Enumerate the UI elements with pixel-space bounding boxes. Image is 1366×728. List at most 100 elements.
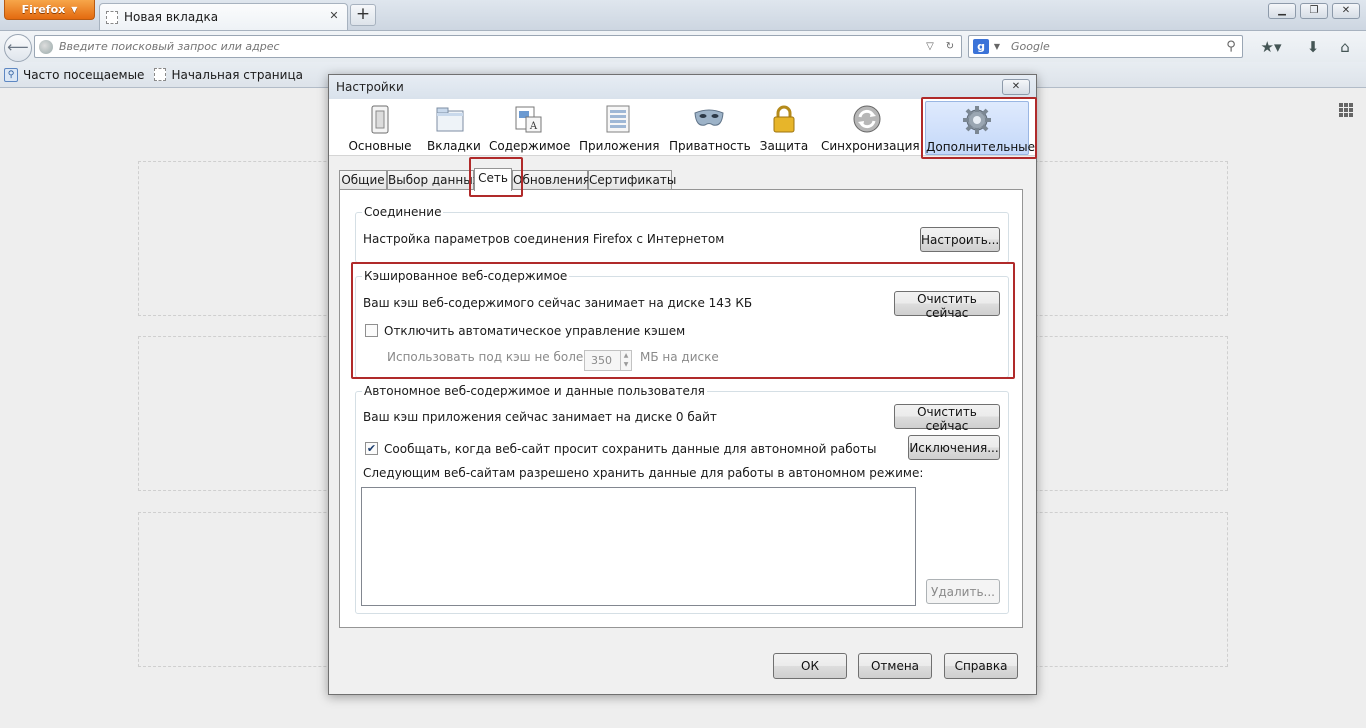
clear-offline-button[interactable]: Очистить сейчас bbox=[894, 404, 1000, 433]
pane-label: Синхронизация bbox=[821, 139, 920, 153]
pane-security[interactable]: Защита bbox=[759, 101, 809, 155]
pane-label: Вкладки bbox=[427, 139, 481, 153]
bookmark-label: Начальная страница bbox=[171, 67, 303, 82]
override-cache-label: Отключить автоматическое управление кэше… bbox=[384, 324, 686, 338]
url-input[interactable] bbox=[59, 40, 917, 53]
help-button[interactable]: Справка bbox=[944, 653, 1018, 679]
bookmark-label: Часто посещаемые bbox=[23, 67, 145, 82]
chevron-down-icon[interactable]: ▼ bbox=[993, 42, 1001, 51]
general-switch-icon bbox=[371, 105, 389, 134]
dialog-close-button[interactable]: ✕ bbox=[1002, 79, 1030, 95]
clear-cache-button[interactable]: Очистить сейчас bbox=[894, 291, 1000, 320]
back-button[interactable]: ⟵ bbox=[4, 34, 32, 62]
stepper-arrows-icon[interactable]: ▲ ▼ bbox=[620, 351, 631, 370]
settings-dialog: Настройки ✕ Основные Вкладки A Содержимо… bbox=[328, 74, 1037, 695]
group-legend: Кэшированное веб-содержимое bbox=[362, 269, 570, 283]
offline-usage-text: Ваш кэш приложения сейчас занимает на ди… bbox=[363, 410, 717, 424]
close-tab-icon[interactable]: ✕ bbox=[327, 9, 341, 23]
browser-tab[interactable]: Новая вкладка ✕ bbox=[99, 3, 348, 30]
cache-size-value: 350 bbox=[591, 354, 612, 367]
tabs-window-icon bbox=[436, 107, 464, 132]
connection-description: Настройка параметров соединения Firefox … bbox=[363, 232, 725, 246]
tab-updates[interactable]: Обновления bbox=[512, 170, 591, 190]
sync-arrows-icon bbox=[853, 105, 881, 133]
tab-network[interactable]: Сеть bbox=[474, 168, 512, 191]
pane-content[interactable]: A Содержимое bbox=[489, 101, 571, 155]
dialog-title: Настройки bbox=[336, 80, 404, 94]
bookmark-start-page[interactable]: Начальная страница bbox=[154, 68, 303, 82]
url-bar[interactable]: ▽ ↻ bbox=[34, 35, 962, 58]
cache-limit-prefix: Использовать под кэш не более bbox=[387, 350, 591, 364]
bookmarks-star-icon[interactable]: ★▾ bbox=[1256, 37, 1286, 57]
ok-button[interactable]: ОК bbox=[773, 653, 847, 679]
search-bar[interactable]: g ▼ ⚲ bbox=[968, 35, 1243, 58]
tab-data-choices[interactable]: Выбор данных bbox=[387, 170, 480, 190]
notify-offline-label: Сообщать, когда веб-сайт просит сохранит… bbox=[384, 442, 877, 456]
search-icon[interactable]: ⚲ bbox=[1224, 39, 1238, 54]
pane-privacy[interactable]: Приватность bbox=[669, 101, 751, 155]
restore-window-button[interactable]: ❐ bbox=[1300, 3, 1328, 19]
navigation-toolbar: ⟵ ▽ ↻ g ▼ ⚲ ★▾ ⬇ ⌂ bbox=[0, 30, 1366, 62]
advanced-gear-icon bbox=[963, 106, 991, 134]
allowed-sites-label: Следующим веб-сайтам разрешено хранить д… bbox=[363, 466, 924, 480]
svg-text:A: A bbox=[529, 121, 538, 132]
group-legend: Соединение bbox=[362, 205, 444, 219]
connection-settings-button[interactable]: Настроить... bbox=[920, 227, 1000, 252]
override-cache-checkbox[interactable] bbox=[365, 324, 378, 337]
globe-icon bbox=[39, 39, 53, 54]
pane-label: Защита bbox=[759, 139, 809, 153]
subtab-label: Общие bbox=[341, 173, 385, 187]
minimize-window-button[interactable]: ▁ bbox=[1268, 3, 1296, 19]
exceptions-button[interactable]: Исключения... bbox=[908, 435, 1000, 460]
cache-size-stepper[interactable]: 350 ▲ ▼ bbox=[584, 350, 632, 371]
grid-toggle-icon[interactable] bbox=[1339, 103, 1353, 117]
window-titlebar: Firefox ▼ Новая вкладка ✕ + ▁ ❐ ✕ bbox=[0, 0, 1366, 30]
subtab-label: Сеть bbox=[478, 171, 508, 185]
subtab-label: Обновления bbox=[513, 173, 591, 187]
chevron-down-icon: ▼ bbox=[71, 5, 78, 14]
pane-label: Приложения bbox=[579, 139, 660, 153]
subtab-label: Сертификаты bbox=[589, 173, 677, 187]
reload-icon[interactable]: ↻ bbox=[943, 41, 957, 52]
search-input[interactable] bbox=[1005, 40, 1220, 53]
remove-site-button[interactable]: Удалить... bbox=[926, 579, 1000, 604]
cache-usage-text: Ваш кэш веб-содержимого сейчас занимает … bbox=[363, 296, 753, 310]
pane-label: Основные bbox=[348, 139, 412, 153]
downloads-icon[interactable]: ⬇ bbox=[1302, 37, 1324, 57]
bookmark-most-visited[interactable]: ⚲ Часто посещаемые bbox=[4, 67, 145, 82]
new-tab-button[interactable]: + bbox=[350, 4, 376, 26]
blank-page-icon bbox=[154, 68, 167, 81]
firefox-menu-button[interactable]: Firefox ▼ bbox=[4, 0, 95, 20]
security-lock-icon bbox=[773, 105, 795, 133]
blank-page-icon bbox=[106, 10, 118, 24]
pane-tabs[interactable]: Вкладки bbox=[427, 101, 481, 155]
dialog-titlebar: Настройки ✕ bbox=[329, 75, 1036, 99]
group-legend: Автономное веб-содержимое и данные польз… bbox=[362, 384, 707, 398]
pane-advanced[interactable]: Дополнительные bbox=[925, 101, 1036, 155]
offline-sites-list[interactable] bbox=[361, 487, 916, 606]
settings-pane-toolbar: Основные Вкладки A Содержимое Приложения… bbox=[329, 99, 1036, 156]
pane-applications[interactable]: Приложения bbox=[579, 101, 660, 155]
pane-general[interactable]: Основные bbox=[333, 101, 427, 155]
subtab-label: Выбор данных bbox=[388, 173, 480, 187]
cancel-button[interactable]: Отмена bbox=[858, 653, 932, 679]
most-visited-icon: ⚲ bbox=[4, 67, 18, 82]
pane-label: Содержимое bbox=[489, 139, 571, 153]
notify-offline-checkbox[interactable]: ✔ bbox=[365, 442, 378, 455]
content-page-icon: A bbox=[515, 106, 542, 133]
pane-label: Приватность bbox=[669, 139, 751, 153]
pane-sync[interactable]: Синхронизация bbox=[821, 101, 920, 155]
google-engine-icon[interactable]: g bbox=[973, 39, 989, 54]
tab-certificates[interactable]: Сертификаты bbox=[588, 170, 676, 190]
network-tab-panel: Соединение Настройка параметров соединен… bbox=[339, 189, 1023, 628]
tab-general[interactable]: Общие bbox=[339, 170, 387, 190]
tab-title: Новая вкладка bbox=[124, 10, 219, 24]
privacy-mask-icon bbox=[694, 109, 724, 126]
home-icon[interactable]: ⌂ bbox=[1334, 37, 1356, 57]
applications-list-icon bbox=[606, 105, 630, 133]
dropdown-arrow-icon[interactable]: ▽ bbox=[923, 41, 937, 52]
cache-limit-suffix: МБ на диске bbox=[640, 350, 719, 364]
pane-label: Дополнительные bbox=[926, 140, 1036, 154]
firefox-menu-label: Firefox bbox=[21, 3, 66, 16]
close-window-button[interactable]: ✕ bbox=[1332, 3, 1360, 19]
